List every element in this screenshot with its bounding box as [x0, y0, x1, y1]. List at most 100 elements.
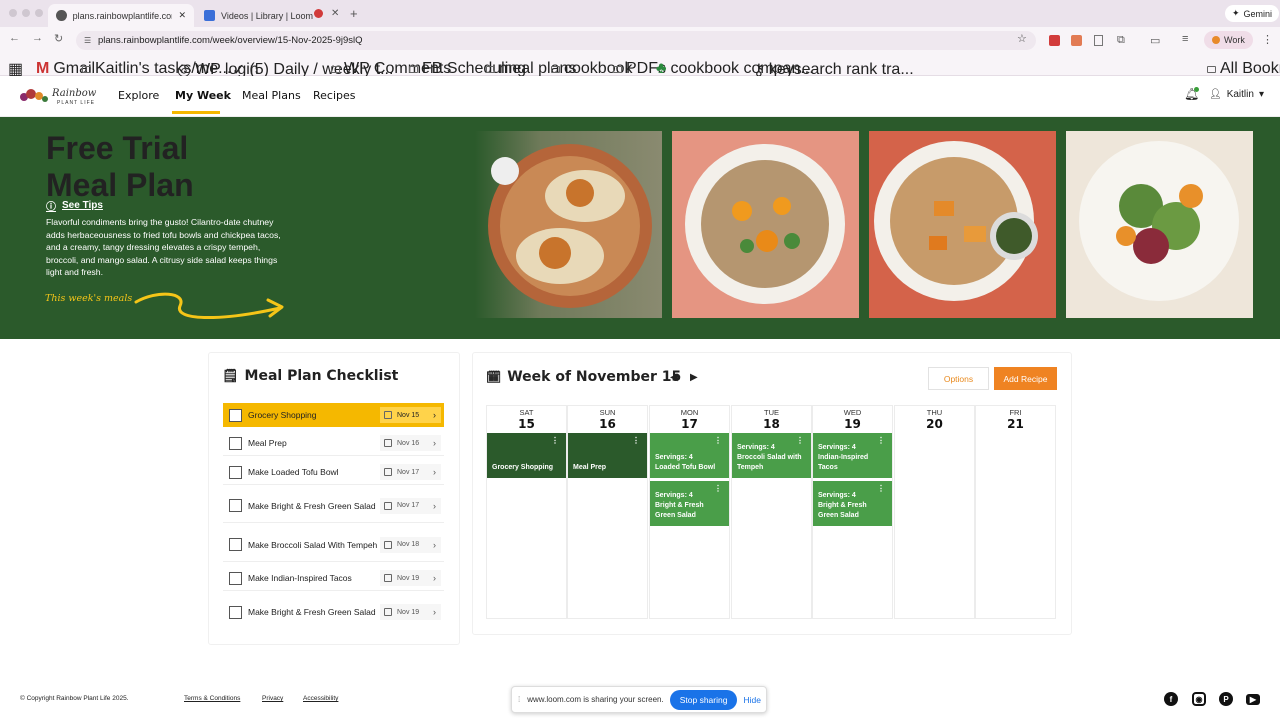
copyright-text: © Copyright Rainbow Plant Life 2025. [20, 695, 129, 702]
chevron-right-icon[interactable]: › [433, 607, 441, 617]
more-icon[interactable]: ⋮ [877, 484, 885, 494]
checkbox[interactable] [229, 408, 242, 422]
close-icon[interactable]: ✕ [178, 10, 186, 21]
site-info-icon[interactable]: ☰ [84, 36, 91, 45]
active-nav-underline [172, 111, 220, 114]
reload-icon[interactable]: ↻ [54, 32, 63, 45]
day-number: 16 [599, 417, 616, 431]
checklist-item[interactable]: Make Broccoli Salad With Tempeh Nov 18 › [223, 528, 444, 562]
nav-meal-plans[interactable]: Meal Plans [242, 89, 301, 102]
more-icon[interactable]: ⋮ [714, 484, 722, 494]
meal-image-tempeh-broccoli[interactable] [869, 131, 1056, 318]
window-close-button[interactable] [9, 9, 17, 17]
day-column-thu[interactable]: THU 20 [894, 405, 975, 619]
globe-icon [56, 10, 67, 21]
profile-icon [1212, 36, 1220, 44]
menu-lines-icon[interactable]: ≡ [1182, 33, 1188, 45]
meal-image-tacos[interactable] [475, 131, 662, 318]
hide-button[interactable]: Hide [743, 695, 760, 705]
chevron-right-icon[interactable]: › [433, 501, 441, 511]
event-title: Bright & Fresh Green Salad [818, 502, 867, 519]
checkbox[interactable] [229, 571, 242, 585]
window-maximize-button[interactable] [35, 9, 43, 17]
more-icon[interactable]: ⋮ [714, 436, 722, 446]
event-grocery-shopping[interactable]: ⋮ Grocery Shopping [487, 433, 566, 478]
screen-icon[interactable]: ▭ [1150, 34, 1160, 47]
event-meal-prep[interactable]: ⋮ Meal Prep [568, 433, 647, 478]
day-name: FRI [1009, 408, 1022, 417]
nav-explore[interactable]: Explore [118, 89, 159, 102]
terms-link[interactable]: Terms & Conditions [184, 695, 240, 702]
more-icon[interactable]: ⋮ [632, 436, 640, 446]
checklist-item[interactable]: Grocery Shopping Nov 15 › [223, 403, 444, 427]
rainbow-plant-life-logo[interactable]: Rainbow PLANT LIFE [19, 84, 101, 108]
stop-sharing-button[interactable]: Stop sharing [669, 689, 738, 710]
checklist-item-label: Make Bright & Fresh Green Salad [248, 607, 376, 617]
checkbox[interactable] [229, 538, 242, 551]
meal-image-tofu-bowl[interactable] [672, 131, 859, 318]
event-title: Broccoli Salad with Tempeh [737, 454, 802, 471]
tab-close-icon[interactable]: ✕ [331, 8, 339, 19]
kebab-menu-icon[interactable]: ⋮ [1262, 33, 1273, 46]
profile-chip[interactable]: Work [1204, 31, 1253, 49]
options-button[interactable]: Options [928, 367, 989, 390]
date-chip: Nov 19 › [380, 604, 441, 620]
checkbox[interactable] [229, 605, 242, 619]
more-icon[interactable]: ⋮ [877, 436, 885, 446]
recording-icon [314, 9, 323, 18]
pinterest-icon[interactable]: P [1219, 692, 1233, 706]
extension-icon[interactable] [1094, 35, 1103, 46]
accessibility-link[interactable]: Accessibility [303, 695, 338, 702]
calendar-icon [384, 411, 392, 419]
add-recipe-button[interactable]: Add Recipe [994, 367, 1057, 390]
event-green-salad[interactable]: ⋮ Servings: 4 Bright & Fresh Green Salad [813, 481, 892, 526]
forward-icon[interactable]: → [32, 32, 43, 44]
event-green-salad[interactable]: ⋮ Servings: 4 Bright & Fresh Green Salad [650, 481, 729, 526]
facebook-icon[interactable]: f [1164, 692, 1178, 706]
event-indian-tacos[interactable]: ⋮ Servings: 4 Indian-Inspired Tacos [813, 433, 892, 478]
chevron-right-icon[interactable]: › [433, 410, 441, 420]
chevron-right-icon[interactable]: › [433, 467, 441, 477]
checklist-item[interactable]: Meal Prep Nov 16 › [223, 431, 444, 456]
drag-handle-icon[interactable]: ⁞ [518, 695, 520, 704]
chevron-right-icon[interactable]: › [433, 540, 441, 550]
checkbox[interactable] [229, 465, 242, 479]
chevron-right-icon[interactable]: › [433, 438, 441, 448]
user-menu[interactable]: 👤︎ Kaitlin ▾ [1209, 89, 1264, 100]
youtube-icon[interactable]: ▶ [1246, 694, 1260, 705]
window-minimize-button[interactable] [22, 9, 30, 17]
checklist-item[interactable]: Make Loaded Tofu Bowl Nov 17 › [223, 460, 444, 485]
meal-image-green-salad[interactable] [1066, 131, 1253, 318]
checkbox[interactable] [229, 436, 242, 450]
next-week-button[interactable]: ▶ [690, 372, 698, 383]
url-field[interactable]: plans.rainbowplantlife.com/week/overview… [76, 31, 1036, 50]
folder-icon [1207, 65, 1216, 73]
back-icon[interactable]: ← [9, 32, 20, 44]
tab-rainbowplantlife[interactable]: plans.rainbowplantlife.com/w ✕ [48, 4, 194, 27]
more-icon[interactable]: ⋮ [796, 436, 804, 446]
extension-icon[interactable] [1071, 35, 1082, 46]
nav-recipes[interactable]: Recipes [313, 89, 356, 102]
see-tips-link[interactable]: ⓘ See Tips [46, 198, 103, 213]
date-chip: Nov 15 › [380, 407, 441, 423]
prev-week-button[interactable]: ◀ [670, 372, 678, 383]
chevron-right-icon[interactable]: › [433, 573, 441, 583]
checklist-item[interactable]: Make Bright & Fresh Green Salad Nov 19 › [223, 595, 444, 629]
checklist-item[interactable]: Make Bright & Fresh Green Salad Nov 17 › [223, 489, 444, 523]
instagram-icon[interactable]: ◉ [1192, 692, 1206, 706]
bookmark-star-icon[interactable]: ☆ [1017, 32, 1027, 45]
checkbox[interactable] [229, 499, 242, 512]
event-title: Meal Prep [573, 464, 607, 471]
checklist-item[interactable]: Make Indian-Inspired Tacos Nov 19 › [223, 566, 444, 591]
new-tab-button[interactable]: + [350, 6, 358, 21]
privacy-link[interactable]: Privacy [262, 695, 283, 702]
extension-icon[interactable] [1049, 35, 1060, 46]
day-name: TUE [764, 408, 779, 417]
gemini-button[interactable]: ✦ Gemini [1225, 5, 1280, 22]
event-broccoli-salad[interactable]: ⋮ Servings: 4 Broccoli Salad with Tempeh [732, 433, 811, 478]
more-icon[interactable]: ⋮ [551, 436, 559, 446]
day-column-fri[interactable]: FRI 21 [975, 405, 1056, 619]
puzzle-icon[interactable]: ⧉ [1117, 34, 1125, 47]
event-loaded-tofu-bowl[interactable]: ⋮ Servings: 4 Loaded Tofu Bowl [650, 433, 729, 478]
nav-my-week[interactable]: My Week [175, 89, 231, 102]
